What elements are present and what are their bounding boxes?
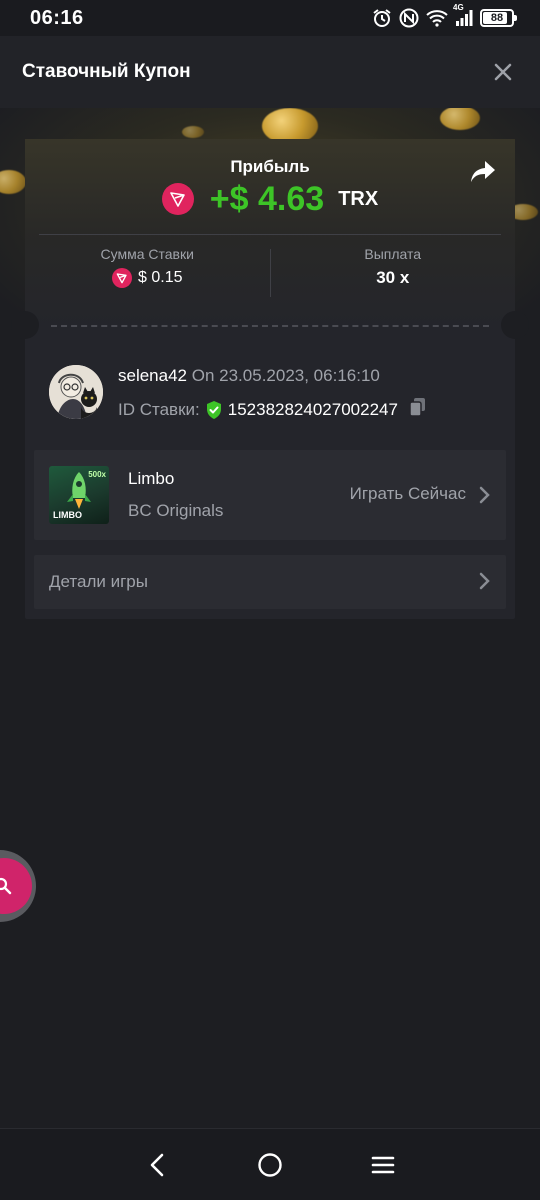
game-thumbnail: 500x LIMBO — [49, 466, 109, 524]
decorative-coin — [0, 170, 26, 194]
bet-date: On 23.05.2023, 06:16:10 — [191, 366, 380, 385]
alarm-icon — [372, 8, 392, 28]
game-details-row[interactable]: Детали игры — [34, 555, 506, 609]
copy-icon — [409, 398, 425, 417]
status-icons: 4G 88 — [372, 3, 517, 28]
ticket-notch-right — [501, 311, 529, 339]
avatar[interactable] — [49, 365, 103, 419]
search-icon — [0, 877, 12, 895]
bet-stats: Сумма Ставки $ 0.15 Выплата 30 x — [25, 235, 515, 299]
profit-value: +$ 4.63 — [209, 179, 325, 218]
chevron-right-icon — [479, 572, 490, 590]
battery-icon: 88 — [480, 9, 517, 27]
share-button[interactable] — [469, 159, 497, 185]
menu-icon — [372, 1156, 395, 1173]
game-row[interactable]: 500x LIMBO Limbo BC Originals Играть Сей… — [34, 450, 506, 540]
game-provider: BC Originals — [128, 501, 224, 520]
floating-search-button[interactable] — [0, 850, 36, 922]
payout-value: 30 x — [376, 268, 410, 287]
nav-menu-button[interactable] — [363, 1145, 403, 1185]
decorative-coin — [440, 108, 480, 130]
trx-coin-icon — [112, 268, 132, 288]
game-thumb-label: LIMBO — [53, 510, 82, 520]
back-icon — [150, 1153, 163, 1176]
bet-amount-stat: Сумма Ставки $ 0.15 — [25, 235, 270, 299]
play-now-link[interactable]: Играть Сейчас — [350, 484, 466, 504]
share-icon — [471, 161, 495, 182]
profit-row: +$ 4.63 TRX — [25, 179, 515, 219]
bet-id-row: ID Ставки: 152382824027002247 — [118, 397, 427, 422]
game-thumb-badge: 500x — [88, 470, 106, 479]
bet-amount-value: $ 0.15 — [138, 269, 183, 286]
nfc-icon — [399, 8, 419, 28]
wifi-icon — [426, 9, 448, 27]
payout-stat: Выплата 30 x — [271, 235, 516, 299]
system-nav-bar — [0, 1128, 540, 1200]
payout-label: Выплата — [364, 246, 422, 262]
user-line: selena42 On 23.05.2023, 06:16:10 — [118, 366, 380, 386]
close-icon — [494, 63, 512, 81]
bet-coupon-card: Прибыль +$ 4.63 TRX Сумма Ставки $ 0.15 … — [11, 139, 529, 619]
ticket-notch-left — [11, 311, 39, 339]
page-title: Ставочный Купон — [22, 61, 191, 82]
bet-amount-label: Сумма Ставки — [100, 246, 194, 262]
profit-label: Прибыль — [230, 157, 310, 176]
close-button[interactable] — [492, 61, 514, 83]
trx-coin-icon — [161, 183, 194, 215]
coupon-header: Ставочный Купон — [0, 36, 540, 108]
username[interactable]: selena42 — [118, 366, 187, 385]
avatar-image — [49, 365, 103, 419]
profit-currency: TRX — [338, 187, 379, 210]
status-time: 06:16 — [30, 6, 84, 29]
fab-circle — [0, 858, 32, 914]
nav-back-button[interactable] — [137, 1145, 177, 1185]
nav-home-button[interactable] — [250, 1145, 290, 1185]
battery-level: 88 — [490, 12, 504, 24]
game-details-label: Детали игры — [49, 572, 148, 591]
bet-amount-row: $ 0.15 — [112, 268, 182, 288]
home-icon — [258, 1152, 282, 1177]
bet-id-value: 152382824027002247 — [227, 399, 398, 419]
dashed-divider — [51, 325, 489, 327]
signal-icon: 4G — [453, 3, 473, 27]
network-type-label: 4G — [453, 3, 464, 12]
copy-button[interactable] — [409, 397, 427, 422]
game-name: Limbo — [128, 469, 175, 488]
verified-shield-icon — [206, 400, 221, 419]
decorative-coin — [182, 126, 204, 138]
status-bar: 06:16 4G 88 — [0, 0, 540, 36]
bet-id-label: ID Ставки: — [118, 399, 200, 419]
chevron-right-icon — [479, 486, 490, 504]
